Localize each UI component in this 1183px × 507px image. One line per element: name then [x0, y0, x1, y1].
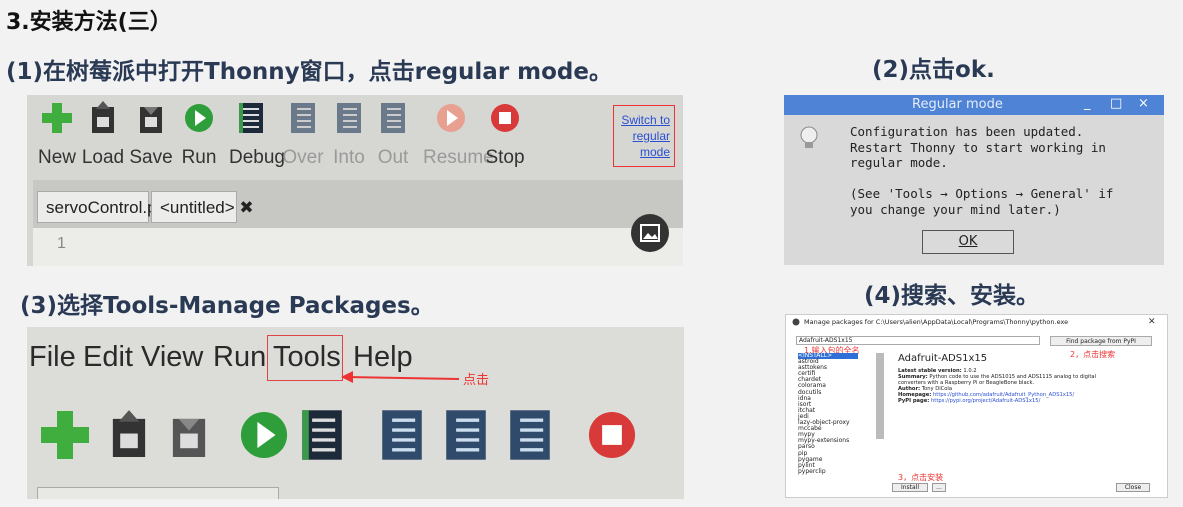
save-icon[interactable] — [167, 407, 211, 463]
switch-link-line2: regular mode — [632, 129, 670, 159]
menu-run[interactable]: Run — [213, 341, 266, 374]
thonny-menu-photo: File Edit View Run Tools Help 点击 — [27, 327, 684, 499]
step-over-label: Over — [282, 147, 324, 168]
find-package-button[interactable]: Find package from PyPI — [1050, 336, 1152, 346]
install-button[interactable]: Install — [892, 483, 928, 492]
menu-file[interactable]: File — [29, 341, 76, 374]
arrow-icon — [341, 371, 459, 383]
plus-icon — [42, 103, 72, 133]
close-icon[interactable]: × — [1138, 96, 1149, 111]
debug-label: Debug — [229, 147, 285, 168]
editor-tab-strip — [37, 487, 279, 499]
step3-caption: (3)选择Tools-Manage Packages。 — [20, 293, 434, 319]
load-button[interactable]: Load — [81, 101, 125, 169]
stop-icon — [491, 104, 519, 132]
step-out-label: Out — [377, 147, 409, 168]
step-out-icon — [381, 103, 405, 133]
package-info: Latest stable version: 1.0.2 Summary: Py… — [898, 368, 1123, 404]
ok-button[interactable]: OK — [922, 230, 1014, 254]
tab-untitled[interactable]: <untitled> ✖ — [151, 191, 254, 223]
run-icon — [185, 104, 213, 132]
step-out-button[interactable]: Out — [371, 101, 415, 169]
package-name: Adafruit-ADS1x15 — [898, 353, 988, 364]
resume-icon — [437, 104, 465, 132]
close-button[interactable]: Close — [1116, 483, 1150, 492]
switch-to-link[interactable]: Switch to regular mode — [614, 106, 674, 160]
debug-icon — [239, 103, 263, 133]
load-label: Load — [81, 147, 125, 168]
more-button[interactable]: ... — [932, 483, 946, 492]
regular-mode-dialog: Regular mode _ □ × Configuration has bee… — [784, 95, 1164, 265]
info-bulb-icon — [800, 126, 818, 148]
image-icon — [631, 214, 669, 252]
step-over-icon — [291, 103, 315, 133]
load-icon — [92, 101, 114, 133]
line-number: 1 — [57, 235, 66, 252]
window-title: Manage packages for C:\Users\alien\AppDa… — [804, 318, 1069, 326]
section-heading: 3.安装方法(三） — [6, 10, 172, 35]
run-button[interactable]: Run — [177, 101, 221, 169]
stop-icon[interactable] — [587, 407, 637, 463]
step3-note: 3，点击安装 — [898, 473, 944, 482]
step2-note: 2，点击搜索 — [1070, 350, 1116, 359]
menu-edit[interactable]: Edit — [83, 341, 133, 374]
new-button[interactable]: New — [35, 101, 79, 169]
summary-value: Python code to use the ADS1015 and ADS11… — [898, 374, 1097, 386]
thonny-window-photo: New Load Save Run Debug Over Into Out Re… — [27, 95, 683, 266]
stop-label: Stop — [485, 147, 525, 168]
run-icon[interactable] — [239, 407, 289, 463]
tools-highlight — [267, 335, 343, 381]
step1-caption: (1)在树莓派中打开Thonny窗口，点击regular mode。 — [6, 59, 612, 85]
step-over-icon[interactable] — [377, 407, 427, 463]
run-label: Run — [181, 147, 217, 168]
package-search-input[interactable]: Adafruit-ADS1x15 — [796, 336, 1040, 345]
debug-icon[interactable] — [297, 407, 347, 463]
pypi-label: PyPI page: — [898, 398, 930, 404]
save-button[interactable]: Save — [129, 101, 173, 169]
list-item[interactable]: pyperclip — [798, 468, 884, 475]
switch-link-line1: Switch to — [621, 113, 670, 127]
close-icon[interactable]: ✕ — [1148, 317, 1156, 327]
load-icon[interactable] — [107, 407, 151, 463]
step2-caption: (2)点击ok. — [872, 57, 995, 83]
save-icon — [140, 107, 162, 133]
resume-button[interactable]: Resume — [423, 101, 494, 169]
thonny-icon — [792, 318, 800, 326]
code-editor[interactable] — [33, 228, 683, 266]
new-label: New — [37, 147, 76, 168]
minimize-icon[interactable]: _ — [1084, 96, 1091, 111]
package-list[interactable]: <INSTALL> astroid asttokens certifi char… — [798, 353, 884, 491]
list-scrollbar[interactable] — [876, 353, 884, 439]
step-into-label: Into — [333, 147, 365, 168]
manage-packages-window: Manage packages for C:\Users\alien\AppDa… — [785, 314, 1168, 498]
step4-caption: (4)搜索、安装。 — [864, 283, 1040, 309]
step-into-icon[interactable] — [441, 407, 491, 463]
switch-mode-highlight: Switch to regular mode — [613, 105, 675, 167]
step-out-icon[interactable] — [505, 407, 555, 463]
new-icon[interactable] — [41, 407, 89, 463]
maximize-icon[interactable]: □ — [1110, 96, 1122, 111]
stop-button[interactable]: Stop — [483, 101, 527, 169]
save-label: Save — [129, 147, 173, 168]
dialog-title: Regular mode — [912, 97, 1003, 112]
debug-button[interactable]: Debug — [229, 101, 285, 169]
step-into-button[interactable]: Into — [327, 101, 371, 169]
tab-servocontrol[interactable]: servoControl.py ✖ — [37, 191, 184, 223]
click-note: 点击 — [463, 373, 490, 388]
step-over-button[interactable]: Over — [281, 101, 325, 169]
menu-view[interactable]: View — [141, 341, 203, 374]
pypi-link[interactable]: https://pypi.org/project/Adafruit-ADS1x1… — [931, 398, 1040, 404]
dialog-message: Configuration has been updated. Restart … — [850, 124, 1114, 217]
step-into-icon — [337, 103, 361, 133]
